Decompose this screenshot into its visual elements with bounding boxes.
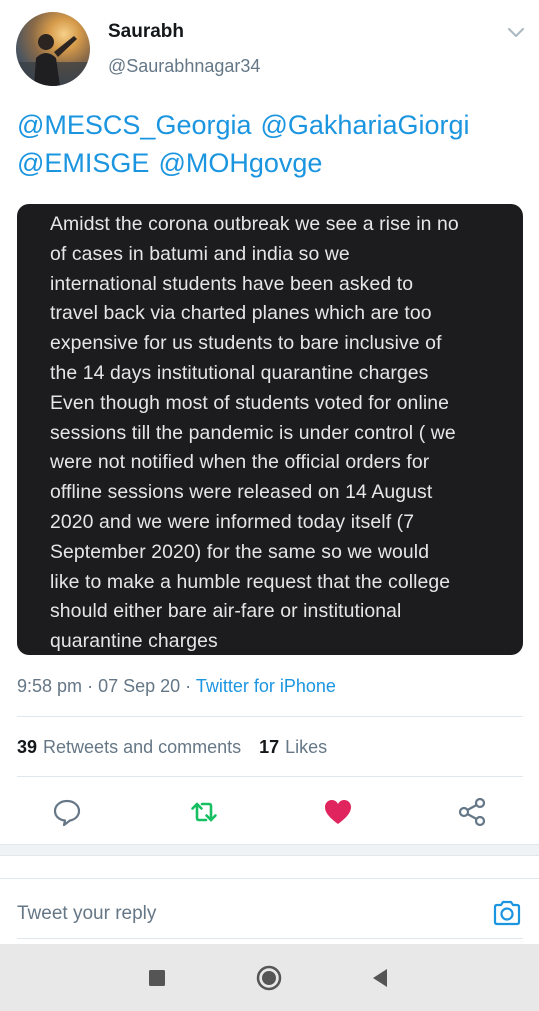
- retweets-label: Retweets and comments: [43, 737, 242, 757]
- image-text-line: of cases in batumi and india so we: [50, 242, 350, 265]
- avatar-photo: [16, 34, 90, 86]
- circle-icon[interactable]: [253, 962, 285, 994]
- image-text-line: like to make a humble request that the c…: [50, 570, 451, 593]
- mention-link[interactable]: @MOHgovge: [158, 148, 322, 178]
- camera-icon[interactable]: [492, 898, 522, 928]
- chevron-down-icon[interactable]: [506, 22, 526, 42]
- image-text-line: the 14 days institutional quarantine cha…: [50, 361, 429, 384]
- system-nav-bar: [0, 944, 539, 1011]
- likes-label: Likes: [285, 737, 328, 757]
- image-text: Amidst the corona outbreak we see a rise…: [50, 210, 510, 657]
- mention-link[interactable]: @GakhariaGiorgi: [261, 110, 470, 140]
- likes-count: 17: [259, 737, 280, 757]
- image-text-line: September 2020) for the same so we would: [50, 540, 430, 563]
- tweet-stats: 39 Retweets and comments 17 Likes: [17, 737, 327, 758]
- image-text-line: 2020 and we were informed today itself (…: [50, 510, 415, 533]
- user-name[interactable]: Saurabh: [108, 21, 184, 43]
- avatar[interactable]: [16, 12, 90, 86]
- tweet-mentions: @MESCS_Georgia @GakhariaGiorgi @EMISGE @MO…: [17, 106, 527, 182]
- tweet-time: 9:58 pm: [17, 676, 83, 696]
- image-text-line: quarantine charges: [50, 630, 218, 653]
- image-text-line: expensive for us students to bare inclus…: [50, 332, 442, 355]
- image-text-line: should either bare air-fare or instituti…: [50, 600, 402, 623]
- reply-input[interactable]: Tweet your reply: [17, 903, 156, 925]
- image-text-line: travel back via charted planes which are…: [50, 302, 432, 325]
- heart-icon[interactable]: [322, 796, 354, 828]
- mention-link[interactable]: @MESCS_Georgia: [17, 110, 252, 140]
- retweets-stat[interactable]: 39 Retweets and comments: [17, 737, 241, 757]
- image-text-line: offline sessions were released on 14 Aug…: [50, 481, 433, 504]
- divider: [17, 716, 523, 717]
- image-text-line: sessions till the pandemic is under cont…: [50, 421, 456, 444]
- reply-composer[interactable]: Tweet your reply: [0, 878, 539, 941]
- tweet-date: 07 Sep 20: [98, 676, 181, 696]
- comment-bubble-icon[interactable]: [51, 796, 83, 828]
- square-icon[interactable]: [141, 962, 173, 994]
- image-text-line: international students have been asked t…: [50, 272, 414, 295]
- divider: [17, 776, 523, 777]
- triangle-back-icon[interactable]: [364, 962, 396, 994]
- tweet-source-link[interactable]: Twitter for iPhone: [196, 676, 336, 696]
- meta-separator: ·: [87, 676, 94, 696]
- share-icon[interactable]: [456, 796, 488, 828]
- tweet-image[interactable]: Amidst the corona outbreak we see a rise…: [17, 204, 523, 655]
- user-handle[interactable]: @Saurabhnagar34: [108, 56, 260, 77]
- tweet-header: Saurabh @Saurabhnagar34: [0, 0, 539, 100]
- retweet-icon[interactable]: [188, 796, 220, 828]
- tweet-meta: 9:58 pm · 07 Sep 20 · Twitter for iPhone: [17, 676, 336, 697]
- retweets-count: 39: [17, 737, 38, 757]
- likes-stat[interactable]: 17 Likes: [259, 737, 327, 757]
- section-divider: [0, 844, 539, 856]
- divider: [17, 938, 523, 939]
- image-text-line: were not notified when the official orde…: [50, 451, 430, 474]
- meta-separator: ·: [185, 676, 192, 696]
- mention-link[interactable]: @EMISGE: [17, 148, 149, 178]
- image-text-line: Even though most of students voted for o…: [50, 391, 450, 414]
- image-text-line: Amidst the corona outbreak we see a rise…: [50, 213, 459, 235]
- tweet-actions: [0, 790, 539, 834]
